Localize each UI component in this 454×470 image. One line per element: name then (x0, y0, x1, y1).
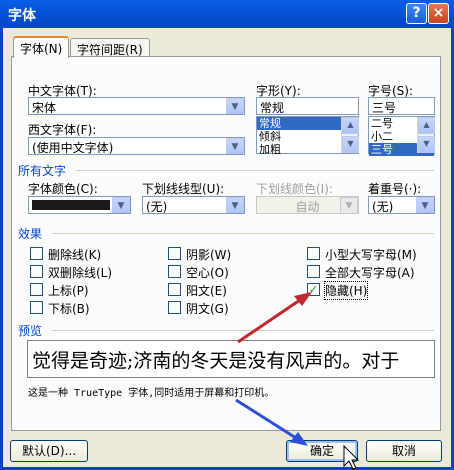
blue-arrowhead-icon (290, 432, 308, 446)
red-arrow-icon (237, 298, 301, 344)
mouse-cursor-icon (343, 444, 360, 470)
annotation-arrows (235, 292, 360, 470)
blue-arrow-icon (235, 398, 297, 440)
tab-font[interactable]: 字体(N) (13, 36, 70, 58)
